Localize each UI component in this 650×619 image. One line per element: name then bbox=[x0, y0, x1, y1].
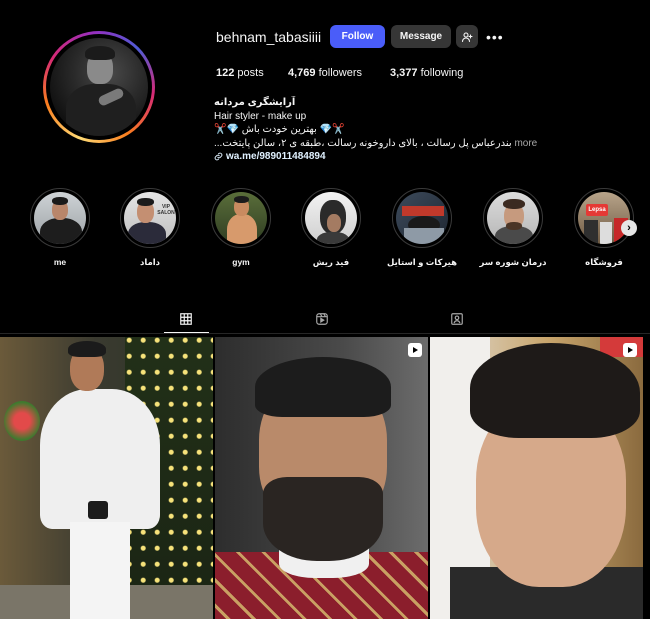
highlight-image bbox=[305, 192, 357, 244]
highlight-image bbox=[34, 192, 86, 244]
hl-person-face bbox=[327, 214, 341, 232]
profile-username: behnam_tabasiiii bbox=[216, 29, 322, 45]
tabs-divider bbox=[0, 333, 650, 334]
hl-person-body bbox=[227, 214, 257, 244]
bio-line-2: ✂️💎 بهترین خودت باش 💎✂️ bbox=[214, 124, 345, 135]
hl-person-hair bbox=[137, 198, 154, 206]
highlight-ring bbox=[483, 188, 543, 248]
hl-person-hair bbox=[503, 199, 525, 209]
highlight-label: gym bbox=[232, 257, 250, 267]
posts-count-label: posts bbox=[237, 67, 264, 79]
hl-person-body bbox=[40, 218, 82, 244]
tab-tagged[interactable] bbox=[449, 311, 465, 327]
profile-bio: آرایشگری مردانه Hair styler - make up ✂️… bbox=[214, 96, 544, 164]
highlight-label: me bbox=[53, 257, 67, 267]
highlight-ring bbox=[211, 188, 271, 248]
bio-line-1: Hair styler - make up bbox=[214, 110, 307, 122]
highlight-image: Lepsa bbox=[578, 192, 630, 244]
bio-line-3-text: ...بندرعباس پل رسالت ، بالای داروخونه رس… bbox=[214, 137, 512, 149]
highlights-next-arrow[interactable]: › bbox=[621, 220, 637, 236]
highlight-ring bbox=[30, 188, 90, 248]
highlight-me[interactable]: me bbox=[25, 188, 95, 267]
bio-link[interactable]: wa.me/989011484894 bbox=[214, 150, 544, 164]
highlight-image: VIP SALON bbox=[124, 192, 176, 244]
highlight-label: هیرکات و استایل bbox=[387, 257, 458, 267]
highlight-label: درمان شوره سر bbox=[479, 257, 547, 267]
post-beard bbox=[263, 477, 383, 561]
tagged-icon bbox=[451, 313, 463, 325]
highlight-fade-beard[interactable]: فید ریش bbox=[296, 188, 366, 268]
tab-reels[interactable] bbox=[314, 311, 330, 327]
highlight-ring: Lepsa bbox=[574, 188, 634, 248]
hl-cape bbox=[404, 228, 444, 244]
highlight-gym[interactable]: gym bbox=[206, 188, 276, 267]
highlight-label: فید ریش bbox=[312, 257, 350, 267]
avatar-gap bbox=[46, 34, 152, 140]
tab-active-indicator bbox=[164, 332, 209, 333]
bio-name: آرایشگری مردانه bbox=[214, 97, 296, 108]
post-hair bbox=[68, 341, 106, 357]
highlight-ring bbox=[392, 188, 452, 248]
follow-button[interactable]: Follow bbox=[330, 25, 385, 48]
hl-product-2 bbox=[600, 222, 612, 244]
highlight-ring: VIP SALON bbox=[120, 188, 180, 248]
hl-person-body bbox=[317, 232, 349, 244]
post-flowers bbox=[4, 401, 40, 441]
hl-product-1 bbox=[584, 220, 598, 244]
bio-more-link[interactable]: more bbox=[514, 138, 537, 149]
post-thumbnail[interactable] bbox=[0, 337, 213, 619]
highlight-image bbox=[396, 192, 448, 244]
highlight-label: فروشگاه bbox=[585, 257, 623, 267]
hl-person-hair bbox=[52, 197, 68, 205]
post-hair bbox=[470, 343, 640, 438]
following-count-value: 3,377 bbox=[390, 67, 418, 79]
message-button[interactable]: Message bbox=[391, 25, 451, 48]
following-count-label: following bbox=[420, 67, 464, 79]
posts-count-value: 122 bbox=[216, 67, 235, 79]
highlight-label: داماد bbox=[139, 257, 161, 267]
highlight-haircut-style[interactable]: هیرکات و استایل bbox=[387, 188, 457, 268]
followers-count-value: 4,769 bbox=[288, 67, 316, 79]
followers-count-label: followers bbox=[318, 67, 362, 79]
post-hair bbox=[255, 357, 391, 417]
reels-icon bbox=[316, 313, 328, 325]
highlight-ring bbox=[301, 188, 361, 248]
posts-grid-icon bbox=[180, 313, 192, 325]
suggested-accounts-button[interactable] bbox=[456, 25, 478, 48]
highlight-dandruff-treatment[interactable]: درمان شوره سر bbox=[478, 188, 548, 268]
hl-person-hair bbox=[234, 196, 249, 203]
profile-avatar[interactable] bbox=[43, 31, 155, 143]
post-thumbnail[interactable] bbox=[215, 337, 428, 619]
posts-count: 122 posts bbox=[216, 67, 264, 79]
bio-link-text: wa.me/989011484894 bbox=[226, 151, 326, 162]
reel-icon bbox=[623, 343, 637, 357]
more-options-icon[interactable]: ••• bbox=[486, 29, 504, 45]
link-icon bbox=[214, 152, 223, 161]
store-product-badge: Lepsa bbox=[586, 204, 608, 216]
hl-red-stripe bbox=[402, 206, 444, 216]
highlight-damad[interactable]: VIP SALON داماد bbox=[115, 188, 185, 268]
story-highlights: me VIP SALON داماد gym فید ریش هیرکات و … bbox=[0, 188, 650, 268]
followers-link[interactable]: 4,769 followers bbox=[288, 67, 362, 79]
post-thumbnail[interactable] bbox=[430, 337, 643, 619]
avatar-body bbox=[66, 84, 136, 136]
post-phone bbox=[88, 501, 108, 519]
highlight-image bbox=[215, 192, 267, 244]
bio-line-3: ...بندرعباس پل رسالت ، بالای داروخونه رس… bbox=[214, 137, 544, 151]
post-pants bbox=[70, 522, 130, 619]
following-link[interactable]: 3,377 following bbox=[390, 67, 463, 79]
vip-salon-badge: VIP SALON bbox=[157, 204, 175, 216]
reel-icon bbox=[408, 343, 422, 357]
hl-person-body bbox=[128, 222, 166, 244]
avatar-hair bbox=[85, 46, 115, 60]
tab-posts[interactable] bbox=[178, 311, 194, 327]
highlight-image bbox=[487, 192, 539, 244]
add-person-icon bbox=[461, 31, 473, 42]
hl-person-beard bbox=[506, 222, 522, 230]
avatar-photo bbox=[50, 38, 148, 136]
